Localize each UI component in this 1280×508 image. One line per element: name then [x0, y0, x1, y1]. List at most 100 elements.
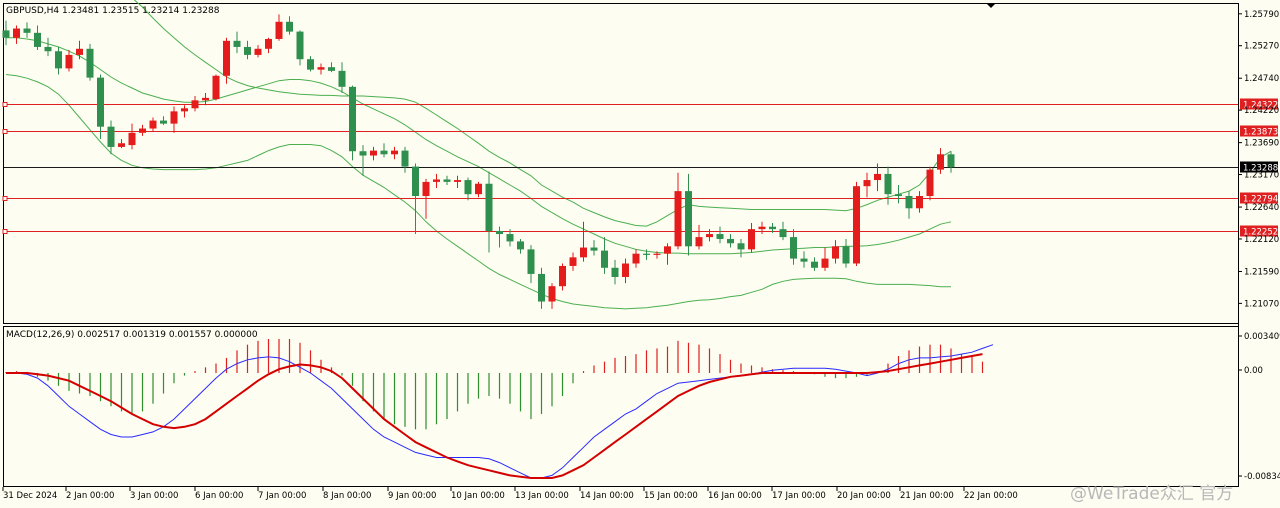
candle-body: [643, 253, 650, 255]
price-tick-label: 1.21070: [1244, 299, 1279, 309]
chart-root: 1.24322 1.23873 1.22794 1.22252 1.23288 1.25…: [0, 0, 1280, 504]
candle-body: [170, 111, 178, 124]
candle-body: [13, 28, 20, 38]
candle-body: [517, 241, 524, 250]
candle-body: [433, 179, 440, 182]
symbol-header: GBPUSD,H4 1.23481 1.23515 1.23214 1.2328…: [6, 6, 220, 16]
time-tick-label: 22 Jan 00:00: [964, 491, 1018, 501]
candle-body: [937, 154, 944, 170]
candle-body: [632, 253, 640, 264]
candle-body: [485, 183, 493, 231]
candle-body: [664, 246, 671, 254]
candle-body: [601, 250, 608, 268]
candle-body: [212, 75, 220, 100]
level-handle[interactable]: [2, 196, 8, 201]
time-tick-label: 20 Jan 00:00: [837, 491, 891, 501]
level-price-label: 1.23873: [1243, 128, 1278, 138]
candle-body: [674, 191, 682, 247]
candle-body: [86, 48, 94, 78]
candle-body: [191, 100, 199, 109]
candle-body: [65, 54, 73, 69]
candle-body: [863, 180, 871, 187]
candle-body: [716, 234, 724, 239]
candle-body: [926, 169, 934, 197]
candle-body: [622, 263, 629, 277]
time-tick-label: 21 Jan 00:00: [900, 491, 954, 501]
candle-body: [55, 51, 62, 69]
candle-body: [223, 40, 230, 76]
level-handle[interactable]: [2, 129, 8, 134]
candle-body: [412, 166, 419, 197]
candle-body: [695, 237, 703, 247]
candle-body: [464, 180, 472, 195]
time-tick-label: 3 Jan 00:00: [130, 491, 178, 501]
candle-body: [317, 67, 325, 70]
chart-background: [0, 0, 1280, 504]
candle-body: [370, 150, 377, 156]
time-tick-label: 10 Jan 00:00: [451, 491, 505, 501]
candle-body: [202, 97, 209, 101]
candle-body: [895, 194, 902, 197]
time-tick-label: 31 Dec 2024: [3, 491, 57, 501]
candle-body: [97, 77, 104, 127]
price-tick-label: 1.24220: [1244, 106, 1279, 116]
candle-body: [653, 253, 661, 255]
candle-body: [496, 230, 503, 235]
candle-body: [874, 173, 881, 181]
candle-body: [338, 70, 346, 87]
candle-body: [580, 247, 587, 258]
candle-body: [328, 67, 335, 71]
candle-body: [454, 180, 461, 182]
candle-body: [23, 28, 31, 33]
candle-body: [2, 30, 10, 38]
time-tick-label: 7 Jan 00:00: [258, 491, 306, 501]
candle-body: [475, 183, 482, 195]
candle-body: [527, 249, 535, 274]
price-tick-label: 1.22640: [1244, 203, 1279, 213]
candle-body: [380, 150, 388, 155]
candle-body: [779, 229, 787, 238]
candle-body: [265, 38, 272, 49]
candle-body: [128, 132, 136, 146]
candle-body: [286, 21, 293, 32]
candle-body: [422, 181, 430, 197]
time-tick-label: 9 Jan 00:00: [388, 491, 436, 501]
candle-body: [275, 21, 283, 39]
candle-body: [811, 261, 818, 268]
macd-tick-label: 0.003409: [1244, 332, 1280, 342]
candle-body: [569, 257, 577, 266]
candle-body: [149, 120, 157, 129]
macd-tick-label: 0.00: [1244, 366, 1263, 376]
price-tick-label: 1.21590: [1244, 267, 1279, 277]
chart-canvas[interactable]: 1.243221.238731.227941.222521.23288 1.25…: [0, 0, 1280, 504]
time-tick-label: 6 Jan 00:00: [195, 491, 243, 501]
candle: [853, 181, 860, 266]
level-handle[interactable]: [2, 229, 8, 234]
candle-body: [307, 59, 314, 70]
time-tick-label: 16 Jan 00:00: [708, 491, 762, 501]
candle-body: [800, 258, 808, 262]
candle: [349, 85, 356, 161]
price-tick-label: 1.25790: [1244, 10, 1279, 20]
candle-body: [44, 46, 52, 52]
candle-body: [548, 286, 556, 302]
watermark: @WeTrade众汇 官方: [1070, 484, 1233, 504]
time-tick-label: 13 Jan 00:00: [515, 491, 569, 501]
level-handle[interactable]: [2, 102, 8, 107]
candle-body: [107, 126, 115, 147]
macd-tick-label: -0.008348: [1244, 472, 1280, 482]
candle-body: [916, 196, 923, 209]
candle-body: [401, 150, 409, 167]
candle-body: [559, 265, 566, 287]
candle-body: [506, 234, 514, 242]
candle-body: [706, 234, 713, 238]
candle-body: [790, 237, 797, 259]
time-tick-label: 8 Jan 00:00: [323, 491, 371, 501]
candle-body: [391, 150, 398, 155]
price-tick-label: 1.25270: [1244, 42, 1279, 52]
candle-body: [758, 226, 766, 230]
candle: [86, 43, 94, 81]
price-tick-label: 1.24740: [1244, 74, 1279, 84]
candle-body: [727, 238, 734, 244]
candle-body: [748, 229, 755, 250]
